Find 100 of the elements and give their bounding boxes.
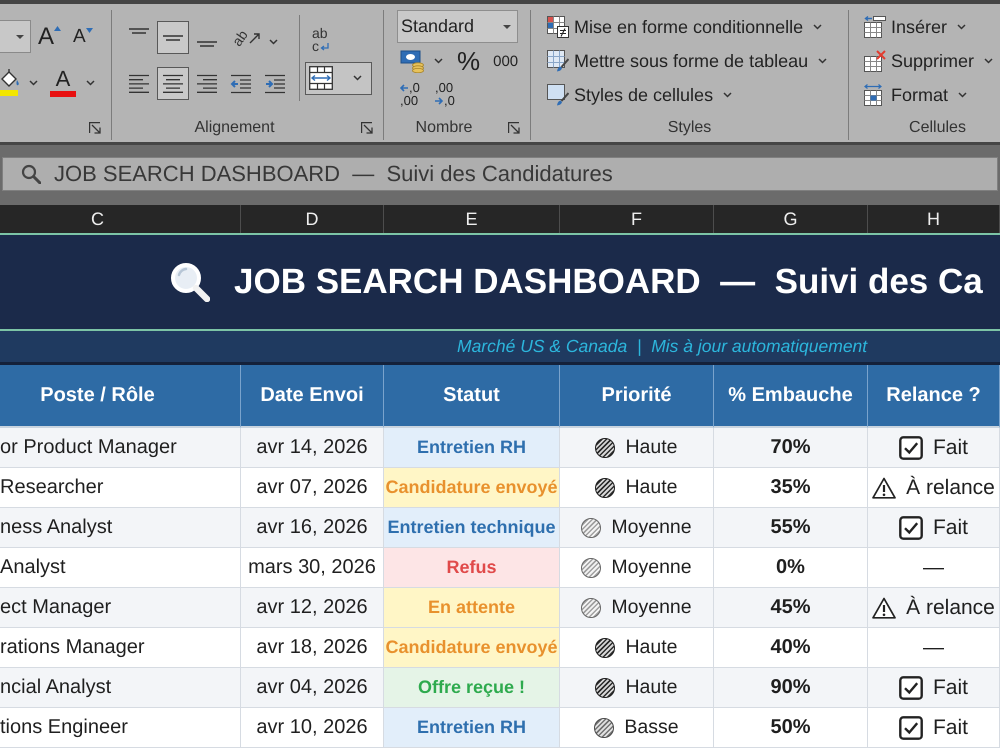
hatched-circle-icon <box>595 438 616 458</box>
checked-box-icon <box>898 436 923 460</box>
font-size-field[interactable] <box>0 20 31 53</box>
table-cell: tions Engineer <box>0 708 241 748</box>
font-color-button[interactable]: A <box>50 68 76 97</box>
triangle-down-icon <box>503 24 511 28</box>
group-label: Nombre <box>416 119 472 137</box>
orientation-button[interactable]: ab <box>232 21 261 54</box>
banknote-icon <box>400 49 424 73</box>
indent-icon <box>264 74 286 94</box>
priority-label: Haute <box>625 636 678 659</box>
column-letter[interactable]: G <box>714 205 868 233</box>
table-cell: 35% <box>714 468 868 508</box>
hatched-circle-icon <box>595 478 616 498</box>
column-letter[interactable]: C <box>0 205 241 233</box>
caret-icon[interactable] <box>723 92 732 98</box>
status-cell: En attente <box>384 588 560 628</box>
table-cell: mars 30, 2026 <box>241 548 384 588</box>
triangle-up-icon <box>54 26 62 30</box>
fill-color-button[interactable] <box>0 69 20 96</box>
follow-up-label: Fait <box>932 436 968 460</box>
caret-icon[interactable] <box>958 92 968 98</box>
checked-box-icon <box>898 676 923 700</box>
column-letter[interactable]: D <box>241 205 384 233</box>
caret-icon[interactable] <box>957 24 966 30</box>
wrap-text-button[interactable]: ab c <box>312 27 329 54</box>
caret-icon[interactable] <box>818 58 828 64</box>
table-cell: 70% <box>714 428 868 468</box>
number-format-dropdown[interactable]: Standard <box>397 10 518 43</box>
caret-icon[interactable] <box>29 80 38 86</box>
table-cell: rations Manager <box>0 628 241 668</box>
hatched-circle-icon <box>595 678 616 698</box>
cell-styles-button[interactable]: Styles de cellules <box>547 78 732 112</box>
grid-brush-icon <box>547 50 569 72</box>
column-letter[interactable]: H <box>868 205 1000 233</box>
increase-decimal-button[interactable]: ,00 ,0 <box>435 81 461 107</box>
align-middle-icon <box>162 34 184 40</box>
grow-font-button[interactable]: A <box>38 24 62 48</box>
formula-bar[interactable]: JOB SEARCH DASHBOARD — Suivi des Candidatures <box>2 157 998 191</box>
decrease-decimal-button[interactable]: ,0 ,00 <box>400 81 426 107</box>
table-cell: 90% <box>714 668 868 708</box>
currency-button[interactable] <box>400 49 424 73</box>
caret-icon[interactable] <box>353 75 362 82</box>
table-cell: 40% <box>714 628 868 668</box>
caret-icon[interactable] <box>434 58 443 64</box>
checked-box-icon <box>898 516 923 540</box>
thousands-button[interactable]: 000 <box>493 52 518 70</box>
merge-center-button[interactable] <box>305 62 372 95</box>
warning-icon <box>872 596 896 618</box>
caret-icon[interactable] <box>268 38 278 44</box>
table-cell: or Product Manager <box>0 428 241 468</box>
priority-label: Haute <box>625 476 678 499</box>
hatched-circle-icon <box>581 518 602 538</box>
table-cell: 50% <box>714 708 868 748</box>
format-button[interactable]: Format <box>864 78 968 112</box>
column-letter[interactable]: F <box>560 205 714 233</box>
percent-button[interactable]: % <box>457 46 480 76</box>
insert-button[interactable]: Insérer <box>864 10 966 44</box>
merge-cells-icon <box>309 66 333 90</box>
caret-icon[interactable] <box>86 80 95 86</box>
paint-bucket-icon <box>0 69 20 96</box>
shrink-font-button[interactable]: A <box>73 27 93 46</box>
align-button[interactable] <box>157 67 189 100</box>
delete-button[interactable]: Supprimer <box>864 44 994 78</box>
subtitle-text: Marché US & Canada | Mis à jour automatiquement <box>457 336 868 357</box>
caret-icon[interactable] <box>813 24 822 30</box>
status-cell: Candidature envoyé <box>384 468 560 508</box>
format-as-table-button[interactable]: Mettre sous forme de tableau <box>547 44 828 78</box>
conditional-format-button[interactable]: Mise en forme conditionnelle <box>547 10 822 44</box>
table-cell: ect Manager <box>0 588 241 628</box>
hatched-circle-icon <box>581 598 602 618</box>
hatched-circle-icon <box>595 638 616 658</box>
cell-brush-icon <box>547 84 569 106</box>
table-cell: avr 07, 2026 <box>241 468 384 508</box>
swatch-icon <box>50 91 76 97</box>
align-top-icon <box>128 28 150 34</box>
outdent-icon <box>230 74 252 94</box>
table-cell: 0% <box>714 548 868 588</box>
table-cell: avr 14, 2026 <box>241 428 384 468</box>
follow-up-label: — <box>923 556 944 580</box>
column-header: % Embauche <box>714 365 868 428</box>
column-letter[interactable]: E <box>384 205 560 233</box>
align-button[interactable] <box>157 21 189 54</box>
priority-label: Moyenne <box>611 516 692 539</box>
corner-arrow-icon[interactable] <box>89 122 101 134</box>
column-header: Priorité <box>560 365 714 428</box>
table-cell: avr 10, 2026 <box>241 708 384 748</box>
follow-up-label: — <box>923 636 944 660</box>
column-header: Relance ? <box>868 365 1000 428</box>
priority-label: Moyenne <box>611 596 692 619</box>
diagonal-arrow-icon <box>248 32 261 44</box>
grid-arrow-icon <box>864 16 886 38</box>
caret-icon[interactable] <box>984 58 994 64</box>
corner-arrow-icon[interactable] <box>508 122 520 134</box>
search-icon <box>21 164 41 184</box>
table-cell: ness Analyst <box>0 508 241 548</box>
corner-arrow-icon[interactable] <box>361 122 373 134</box>
align-left-icon <box>128 74 150 94</box>
grid-bars-icon <box>547 16 569 38</box>
arrow-right-icon <box>435 96 443 104</box>
